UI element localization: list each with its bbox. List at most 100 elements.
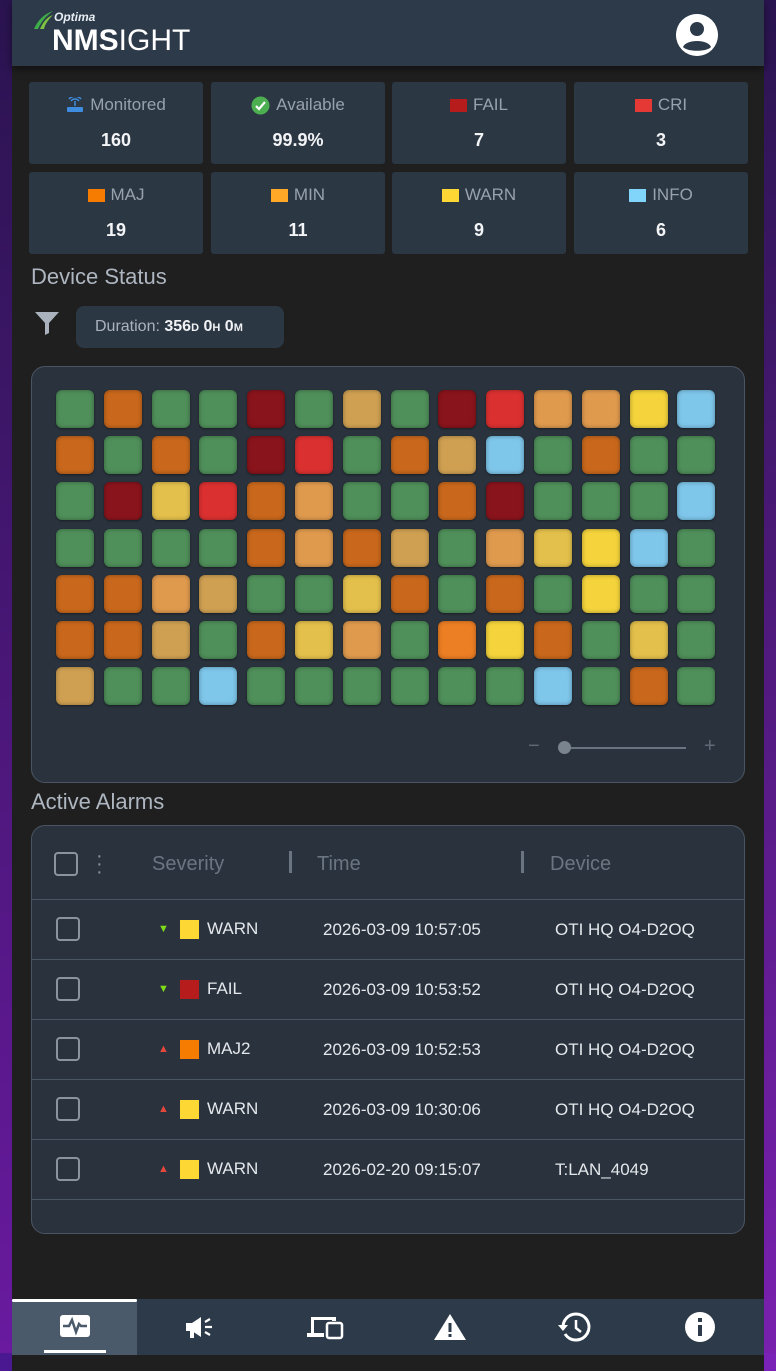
device-status-cell[interactable] (342, 482, 381, 521)
device-status-cell[interactable] (151, 390, 190, 428)
device-status-cell[interactable] (151, 667, 190, 706)
device-status-cell[interactable] (629, 482, 668, 521)
column-header-time[interactable]: Time (317, 853, 361, 876)
device-status-cell[interactable] (151, 436, 190, 475)
device-status-cell[interactable] (438, 667, 477, 706)
device-status-cell[interactable] (342, 390, 381, 428)
device-status-cell[interactable] (486, 482, 525, 521)
nav-devices[interactable] (262, 1299, 387, 1355)
device-status-cell[interactable] (390, 528, 429, 567)
device-status-cell[interactable] (103, 667, 142, 706)
filter-icon[interactable] (34, 311, 60, 335)
device-status-cell[interactable] (390, 621, 429, 659)
device-status-cell[interactable] (199, 390, 238, 428)
stat-tile[interactable]: FAIL 7 (392, 82, 566, 164)
column-menu-icon[interactable]: · · · (96, 846, 103, 882)
device-status-cell[interactable] (103, 621, 142, 659)
device-status-cell[interactable] (438, 390, 477, 428)
device-status-cell[interactable] (534, 436, 572, 475)
device-status-cell[interactable] (342, 621, 381, 659)
row-checkbox[interactable] (56, 1037, 80, 1061)
device-status-cell[interactable] (295, 390, 333, 428)
device-status-cell[interactable] (677, 482, 716, 521)
stat-tile[interactable]: CRI 3 (574, 82, 748, 164)
device-status-cell[interactable] (103, 482, 142, 521)
device-status-cell[interactable] (486, 436, 525, 475)
stat-tile[interactable]: MIN 11 (211, 172, 385, 254)
row-checkbox[interactable] (56, 1157, 80, 1181)
device-status-cell[interactable] (581, 482, 620, 521)
stat-tile[interactable]: Available 99.9% (211, 82, 385, 164)
row-checkbox[interactable] (56, 977, 80, 1001)
device-status-cell[interactable] (247, 390, 286, 428)
device-status-cell[interactable] (534, 390, 572, 428)
device-status-cell[interactable] (295, 528, 333, 567)
row-checkbox[interactable] (56, 917, 80, 941)
device-status-cell[interactable] (151, 528, 190, 567)
table-row[interactable]: ▼ WARN 2026-03-09 10:57:05 OTI HQ O4-D2OQ (32, 900, 744, 960)
device-status-cell[interactable] (295, 621, 333, 659)
device-status-cell[interactable] (581, 436, 620, 475)
device-status-cell[interactable] (629, 390, 668, 428)
device-status-cell[interactable] (103, 528, 142, 567)
device-status-cell[interactable] (486, 621, 525, 659)
device-status-cell[interactable] (199, 667, 238, 706)
row-checkbox[interactable] (56, 1097, 80, 1121)
device-status-cell[interactable] (247, 436, 286, 475)
device-status-cell[interactable] (438, 436, 477, 475)
device-status-cell[interactable] (581, 667, 620, 706)
select-all-checkbox[interactable] (54, 852, 78, 876)
nav-announcements[interactable] (137, 1299, 262, 1355)
device-status-cell[interactable] (677, 621, 716, 659)
column-header-device[interactable]: Device (550, 853, 611, 876)
device-status-cell[interactable] (247, 574, 286, 613)
device-status-cell[interactable] (56, 621, 94, 659)
column-resize-handle[interactable] (521, 851, 524, 873)
device-status-cell[interactable] (486, 390, 525, 428)
device-status-cell[interactable] (151, 482, 190, 521)
nav-info[interactable] (637, 1299, 762, 1355)
account-circle-icon[interactable] (676, 14, 718, 56)
device-status-cell[interactable] (486, 667, 525, 706)
device-status-cell[interactable] (390, 390, 429, 428)
device-status-cell[interactable] (342, 667, 381, 706)
device-status-cell[interactable] (486, 574, 525, 613)
duration-chip[interactable]: Duration: 356D 0H 0M (76, 306, 284, 348)
nav-alarms[interactable] (387, 1299, 512, 1355)
column-resize-handle[interactable] (289, 851, 292, 873)
device-status-cell[interactable] (486, 528, 525, 567)
device-status-cell[interactable] (677, 574, 716, 613)
device-status-cell[interactable] (677, 528, 716, 567)
device-status-cell[interactable] (438, 482, 477, 521)
device-status-cell[interactable] (56, 574, 94, 613)
zoom-in-button[interactable]: + (704, 735, 716, 758)
device-status-cell[interactable] (247, 482, 286, 521)
device-status-cell[interactable] (629, 621, 668, 659)
device-status-cell[interactable] (677, 390, 716, 428)
device-status-cell[interactable] (103, 436, 142, 475)
device-status-cell[interactable] (295, 482, 333, 521)
device-status-cell[interactable] (295, 436, 333, 475)
device-status-cell[interactable] (581, 390, 620, 428)
device-status-cell[interactable] (629, 436, 668, 475)
column-header-severity[interactable]: Severity (152, 853, 224, 876)
device-status-cell[interactable] (534, 667, 572, 706)
table-row[interactable]: ▲ WARN 2026-03-09 10:30:06 OTI HQ O4-D2OQ (32, 1080, 744, 1140)
stat-tile[interactable]: WARN 9 (392, 172, 566, 254)
device-status-cell[interactable] (581, 621, 620, 659)
device-status-cell[interactable] (295, 574, 333, 613)
device-status-cell[interactable] (438, 528, 477, 567)
device-status-cell[interactable] (534, 574, 572, 613)
device-status-cell[interactable] (581, 574, 620, 613)
device-status-cell[interactable] (581, 528, 620, 567)
device-status-cell[interactable] (199, 528, 238, 567)
device-status-cell[interactable] (534, 528, 572, 567)
device-status-cell[interactable] (56, 482, 94, 521)
nav-dashboard[interactable] (12, 1299, 137, 1355)
device-status-cell[interactable] (151, 621, 190, 659)
device-status-cell[interactable] (295, 667, 333, 706)
device-status-cell[interactable] (342, 436, 381, 475)
device-status-cell[interactable] (390, 667, 429, 706)
device-status-cell[interactable] (247, 528, 286, 567)
device-status-cell[interactable] (247, 621, 286, 659)
